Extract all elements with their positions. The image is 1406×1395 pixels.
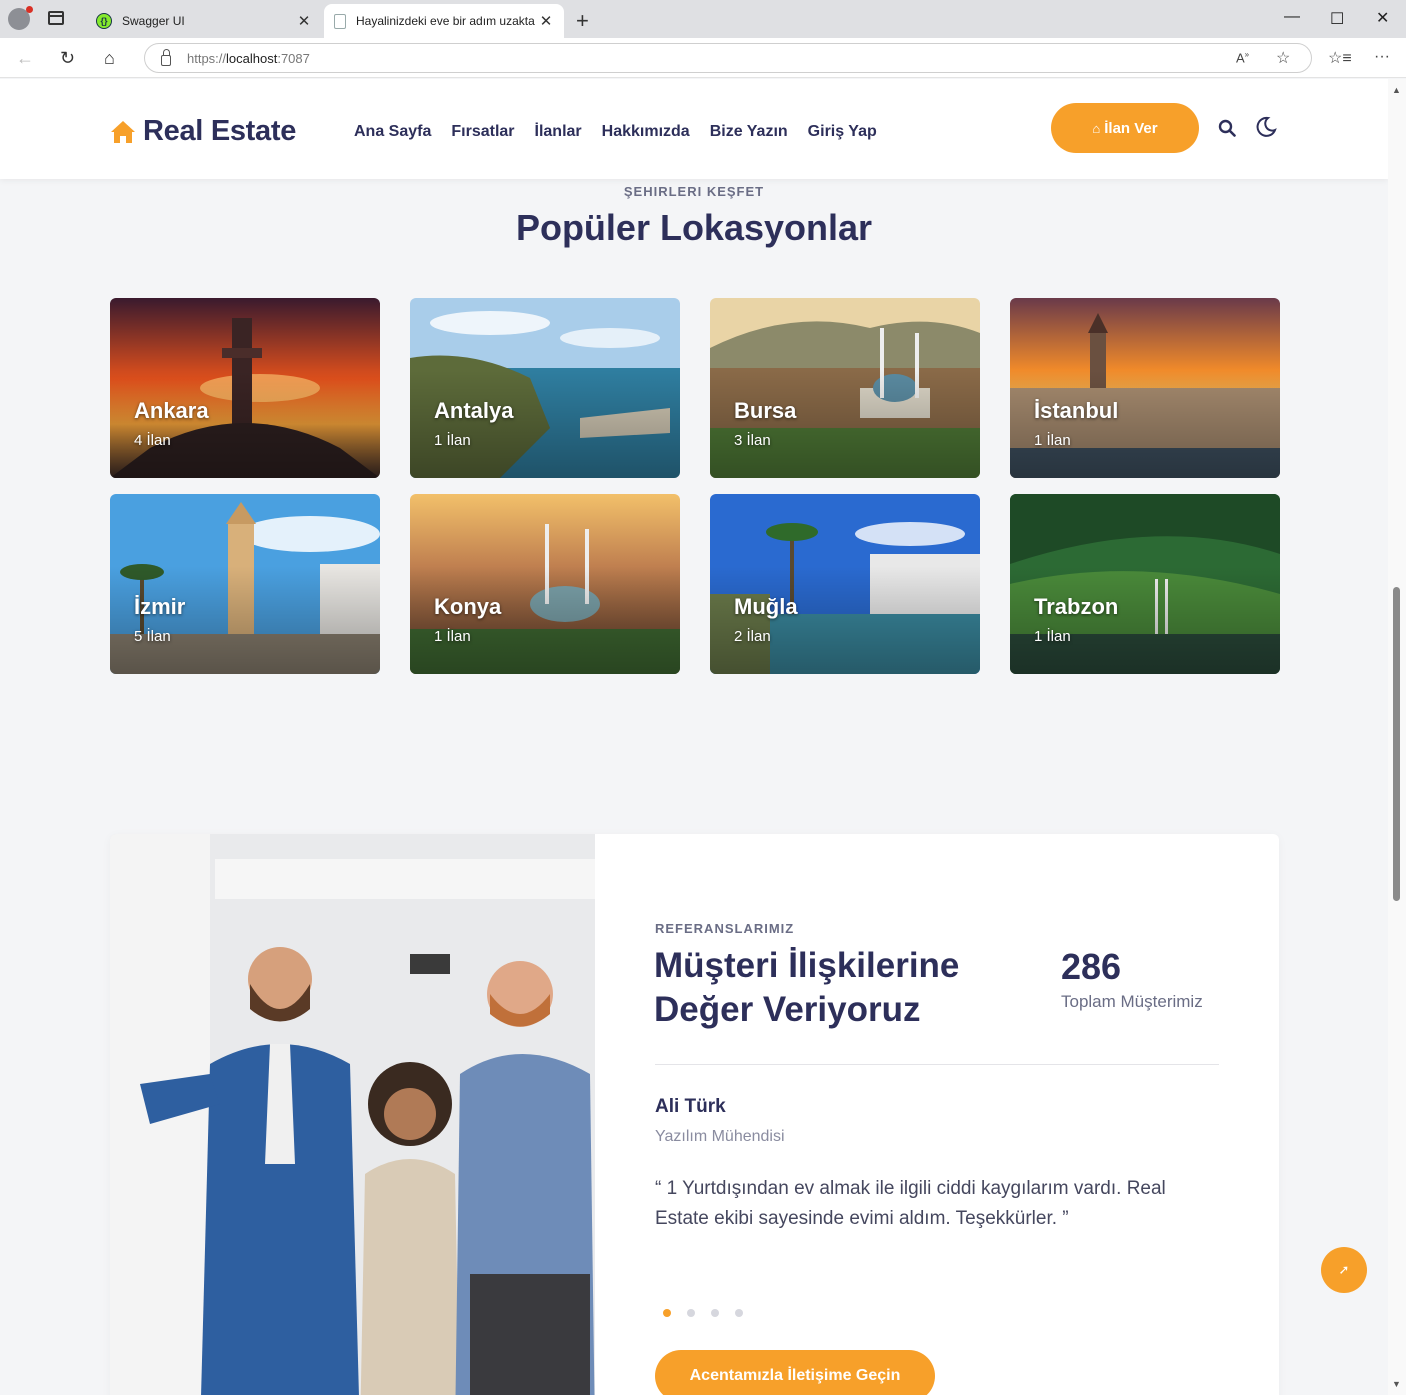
- nav-hakkimizda[interactable]: Hakkımızda: [602, 123, 690, 141]
- scroll-to-top-icon[interactable]: ➚: [1321, 1247, 1367, 1293]
- tab-title: Hayalinizdeki eve bir adım uzakta: [356, 14, 535, 28]
- slider-dot[interactable]: [663, 1309, 671, 1317]
- slider-dots: [663, 1309, 743, 1317]
- address-toolbar: ← ↻ ⌂ https://localhost:7087 A» ☆ ☆≡ ···: [0, 38, 1406, 78]
- location-card-trabzon[interactable]: Trabzon 1 İlan: [1010, 494, 1280, 674]
- location-name: Konya: [434, 594, 502, 619]
- location-name: İstanbul: [1034, 398, 1119, 423]
- logo-text: Real Estate: [143, 115, 297, 147]
- location-name: İzmir: [134, 594, 186, 619]
- url-host: localhost: [226, 50, 278, 66]
- location-card-istanbul[interactable]: İstanbul 1 İlan: [1010, 298, 1280, 478]
- slider-dot[interactable]: [687, 1309, 695, 1317]
- scroll-down-arrow-icon[interactable]: ▼: [1392, 1379, 1401, 1389]
- location-card-bursa[interactable]: Bursa 3 İlan: [710, 298, 980, 478]
- main-nav: Ana Sayfa Fırsatlar İlanlar Hakkımızda B…: [354, 123, 877, 141]
- location-name: Ankara: [134, 398, 209, 423]
- post-listing-label: İlan Ver: [1104, 119, 1158, 137]
- nav-ilanlar[interactable]: İlanlar: [535, 123, 582, 141]
- nav-firsatlar[interactable]: Fırsatlar: [451, 123, 514, 141]
- contact-agency-button[interactable]: Acentamızla İletişime Geçin: [655, 1350, 935, 1395]
- customer-count: 286: [1061, 946, 1122, 987]
- window-close-icon[interactable]: ✕: [1376, 8, 1389, 28]
- refresh-icon[interactable]: ↻: [60, 48, 75, 69]
- location-count: 1 İlan: [434, 432, 471, 449]
- customer-count-label: Toplam Müşterimiz: [1061, 992, 1203, 1011]
- url-scheme: https://: [187, 50, 227, 66]
- team-photo-illustration: [110, 834, 595, 1395]
- location-count: 2 İlan: [734, 628, 771, 645]
- page-favicon-icon: [334, 13, 346, 29]
- reviewer-role: Yazılım Mühendisi: [655, 1128, 785, 1145]
- testimonial-quote: “ 1 Yurtdışından ev almak ile ilgili cid…: [655, 1178, 1166, 1229]
- lock-icon: [161, 48, 171, 66]
- favorites-icon[interactable]: ☆≡: [1328, 48, 1352, 68]
- nav-ana-sayfa[interactable]: Ana Sayfa: [354, 123, 431, 141]
- location-count: 3 İlan: [734, 432, 771, 449]
- location-count: 4 İlan: [134, 432, 171, 449]
- references-title: Müşteri İlişkilerine Değer Veriyoruz: [654, 946, 960, 1029]
- back-icon[interactable]: ←: [16, 48, 34, 69]
- url-port: :7087: [277, 50, 310, 66]
- location-name: Trabzon: [1034, 594, 1119, 619]
- nav-giris-yap[interactable]: Giriş Yap: [808, 123, 877, 141]
- location-card-izmir[interactable]: İzmir 5 İlan: [110, 494, 380, 674]
- references-subtitle: REFERANSLARIMIZ: [655, 921, 795, 936]
- dark-mode-moon-icon[interactable]: [1255, 116, 1277, 138]
- home-logo-icon: [111, 120, 135, 143]
- maximize-icon[interactable]: ☐: [1330, 9, 1344, 29]
- locations-title: Popüler Lokasyonlar: [515, 207, 873, 248]
- location-name: Muğla: [734, 594, 798, 619]
- locations-subtitle: ŞEHIRLERI KEŞFET: [623, 184, 765, 199]
- close-tab-icon[interactable]: ✕: [538, 12, 554, 30]
- tab-actions-icon[interactable]: [48, 11, 64, 25]
- slider-dot[interactable]: [711, 1309, 719, 1317]
- location-name: Antalya: [434, 398, 514, 423]
- browser-tab-swagger[interactable]: {} Swagger UI ✕: [86, 4, 322, 38]
- close-tab-icon[interactable]: ✕: [296, 12, 312, 30]
- location-card-ankara[interactable]: Ankara 4 İlan: [110, 298, 380, 478]
- home-icon: ⌂: [1092, 120, 1101, 136]
- page-scrollbar[interactable]: ▲ ▼: [1388, 79, 1406, 1395]
- browser-tab-active[interactable]: Hayalinizdeki eve bir adım uzakta ✕: [324, 4, 564, 38]
- post-listing-button[interactable]: ⌂ İlan Ver: [1051, 103, 1199, 153]
- location-count: 1 İlan: [1034, 628, 1071, 645]
- tab-title: Swagger UI: [122, 14, 185, 28]
- nav-bize-yazin[interactable]: Bize Yazın: [710, 123, 788, 141]
- location-card-antalya[interactable]: Antalya 1 İlan: [410, 298, 680, 478]
- browser-tab-bar: {} Swagger UI ✕ Hayalinizdeki eve bir ad…: [0, 0, 1406, 38]
- more-options-icon[interactable]: ···: [1374, 48, 1390, 66]
- scroll-up-arrow-icon[interactable]: ▲: [1392, 85, 1401, 95]
- location-card-mugla[interactable]: Muğla 2 İlan: [710, 494, 980, 674]
- minimize-icon[interactable]: —: [1284, 8, 1300, 26]
- location-count: 1 İlan: [1034, 432, 1071, 449]
- favorite-star-icon[interactable]: ☆: [1276, 48, 1290, 68]
- location-count: 5 İlan: [134, 628, 171, 645]
- swagger-favicon-icon: {}: [96, 13, 112, 29]
- scrollbar-thumb[interactable]: [1393, 587, 1400, 901]
- divider: [655, 1064, 1219, 1065]
- new-tab-icon[interactable]: +: [576, 8, 589, 34]
- url-field[interactable]: https://localhost:7087: [144, 43, 1312, 73]
- location-card-konya[interactable]: Konya 1 İlan: [410, 494, 680, 674]
- search-icon[interactable]: [1218, 119, 1236, 137]
- team-photo: [110, 834, 595, 1395]
- page-viewport: Real Estate Ana Sayfa Fırsatlar İlanlar …: [0, 79, 1388, 1395]
- site-header: Real Estate Ana Sayfa Fırsatlar İlanlar …: [0, 79, 1388, 179]
- site-logo[interactable]: Real Estate: [110, 115, 296, 148]
- profile-avatar-icon[interactable]: [8, 6, 33, 30]
- slider-dot[interactable]: [735, 1309, 743, 1317]
- location-count: 1 İlan: [434, 628, 471, 645]
- testimonial-section: REFERANSLARIMIZ Müşteri İlişkilerine Değ…: [110, 834, 1279, 1395]
- location-name: Bursa: [734, 398, 797, 423]
- home-icon[interactable]: ⌂: [104, 48, 115, 69]
- read-aloud-icon[interactable]: A»: [1236, 50, 1249, 65]
- reviewer-name: Ali Türk: [655, 1096, 726, 1117]
